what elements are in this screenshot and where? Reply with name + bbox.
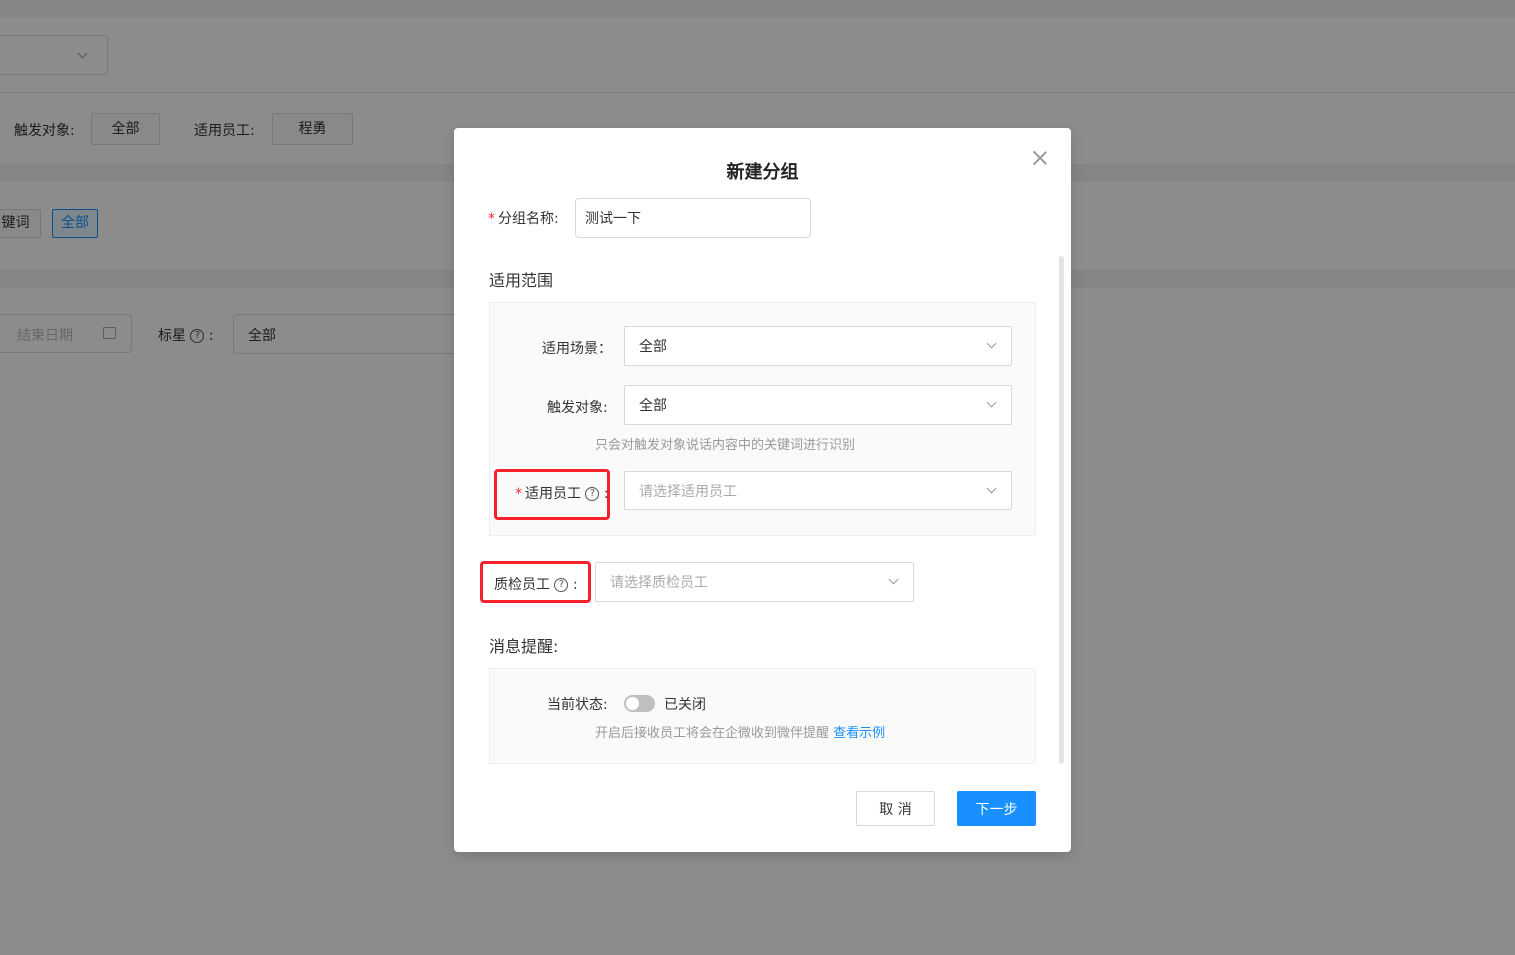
next-button[interactable]: 下一步 [957,791,1036,826]
status-label: 当前状态: [547,697,608,713]
group-name-value: 测试一下 [585,211,641,227]
staff-select[interactable]: 请选择适用员工 [624,471,1012,510]
scene-label: 适用场景： [542,341,612,357]
status-value: 已关闭 [664,697,706,713]
trigger-label: 触发对象: [547,400,608,416]
chevron-down-icon [986,338,997,349]
inspector-placeholder: 请选择质检员工 [610,575,708,591]
required-mark: * [515,486,522,502]
question-circle-icon[interactable]: ? [585,487,600,501]
cancel-button[interactable]: 取 消 [856,791,935,826]
chevron-down-icon [986,397,997,408]
notify-section-title: 消息提醒: [489,637,559,656]
staff-label: * 适用员工 ? : [515,486,609,502]
chevron-down-icon [986,483,997,493]
chevron-down-icon [888,574,899,585]
scene-value: 全部 [639,339,667,355]
notify-panel [489,668,1036,764]
scene-select[interactable]: 全部 [624,326,1012,366]
inspector-select[interactable]: 请选择质检员工 [595,562,914,602]
modal-scrollbar[interactable] [1059,256,1064,764]
close-icon[interactable] [1030,148,1050,168]
view-example-link[interactable]: 查看示例 [833,726,885,741]
staff-placeholder: 请选择适用员工 [639,483,737,500]
group-name-label: * 分组名称: [488,211,559,227]
inspector-label: 质检员工 ? : [494,577,578,593]
notify-switch[interactable] [624,695,655,712]
switch-knob [626,697,639,710]
required-mark: * [488,211,495,227]
trigger-hint: 只会对触发对象说话内容中的关键词进行识别 [595,438,856,453]
notify-hint: 开启后接收员工将会在企微收到微伴提醒 查看示例 [595,726,886,741]
trigger-select[interactable]: 全部 [624,385,1012,425]
new-group-modal: 新建分组 * 分组名称: 测试一下 适用范围 适用场景： 全部 触发对象: 全部 … [454,128,1071,852]
scope-section-title: 适用范围 [489,271,554,290]
group-name-input[interactable]: 测试一下 [575,198,811,238]
question-circle-icon[interactable]: ? [554,578,569,592]
trigger-value: 全部 [639,398,667,414]
modal-title: 新建分组 [726,162,799,183]
